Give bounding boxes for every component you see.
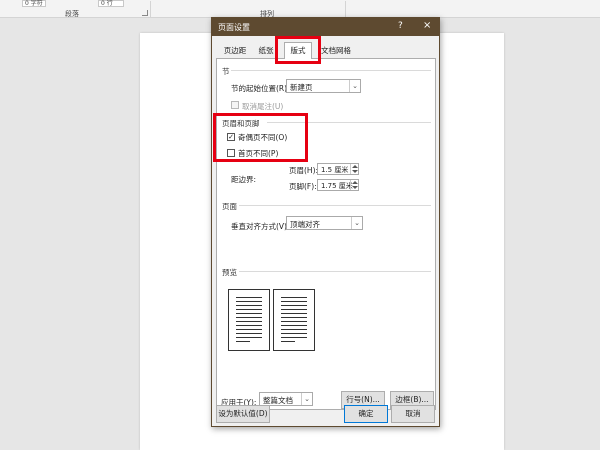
ribbon-separator [345, 1, 346, 17]
section-start-label: 节的起始位置(R): [231, 84, 290, 93]
preview-area [228, 289, 328, 351]
page-group-title: 页面 [222, 202, 237, 211]
footer-distance-spinner[interactable]: 1.75 厘米 [317, 179, 359, 191]
chevron-down-icon: ⌄ [301, 393, 312, 405]
page-divider [239, 205, 431, 206]
header-distance-value: 1.5 厘米 [321, 166, 349, 174]
section-divider [231, 70, 431, 71]
suppress-endnotes-checkbox[interactable] [231, 101, 239, 109]
header-distance-spinner[interactable]: 1.5 厘米 [317, 163, 359, 175]
help-button[interactable]: ? [398, 21, 403, 31]
apply-to-select[interactable]: 整篇文档 ⌄ [259, 392, 313, 406]
close-button[interactable]: × [423, 20, 431, 31]
layout-panel: 节 节的起始位置(R): 新建页 ⌄ 取消尾注(U) 页眉和页脚 ✓ 奇偶页不同… [216, 58, 436, 410]
section-start-select[interactable]: 新建页 ⌄ [286, 79, 361, 93]
header-distance-label: 页眉(H): [289, 166, 319, 175]
vertical-alignment-value: 顶端对齐 [290, 220, 320, 229]
chevron-down-icon: ⌄ [349, 80, 360, 92]
ribbon-separator [150, 1, 151, 17]
cancel-button[interactable]: 取消 [391, 405, 435, 423]
preview-group-title: 预览 [222, 268, 237, 277]
preview-page-left [228, 289, 270, 351]
footer-distance-value: 1.75 厘米 [321, 182, 353, 190]
dialog-titlebar[interactable]: 页面设置 ? × [212, 18, 439, 36]
preview-divider [239, 271, 431, 272]
ok-button[interactable]: 确定 [344, 405, 388, 423]
space-after-spinner[interactable]: 0 行 [98, 0, 124, 7]
ribbon-group-paragraph: 段落 [65, 10, 79, 18]
tab-margins[interactable]: 页边距 [219, 45, 251, 58]
page-setup-dialog: 页面设置 ? × 页边距 纸张 版式 文档网格 节 节的起始位置(R): 新建页… [211, 17, 440, 427]
set-default-button[interactable]: 设为默认值(D) [216, 405, 270, 423]
tab-layout[interactable]: 版式 [284, 42, 312, 59]
section-group-title: 节 [222, 67, 230, 76]
footer-distance-label: 页脚(F): [289, 182, 317, 191]
section-start-value: 新建页 [290, 83, 313, 92]
dialog-tabs: 页边距 纸张 版式 文档网格 [216, 42, 436, 59]
vertical-alignment-select[interactable]: 顶端对齐 ⌄ [286, 216, 363, 230]
from-edge-label: 距边界: [231, 175, 257, 184]
preview-page-right [273, 289, 315, 351]
spinner-arrows-icon[interactable] [350, 164, 358, 174]
left-indent-spinner[interactable]: 0 字符 [22, 0, 46, 7]
dialog-title: 页面设置 [218, 23, 250, 32]
tab-document-grid[interactable]: 文档网格 [316, 45, 356, 58]
vertical-alignment-label: 垂直对齐方式(V): [231, 222, 290, 231]
paragraph-dialog-launcher-icon[interactable] [142, 10, 148, 16]
chevron-down-icon: ⌄ [351, 217, 362, 229]
spinner-arrows-icon[interactable] [350, 180, 358, 190]
ribbon: 0 字符 0 行 段落 排列 [0, 0, 600, 18]
suppress-endnotes-label: 取消尾注(U) [242, 102, 284, 111]
headers-footers-highlight [213, 113, 308, 162]
